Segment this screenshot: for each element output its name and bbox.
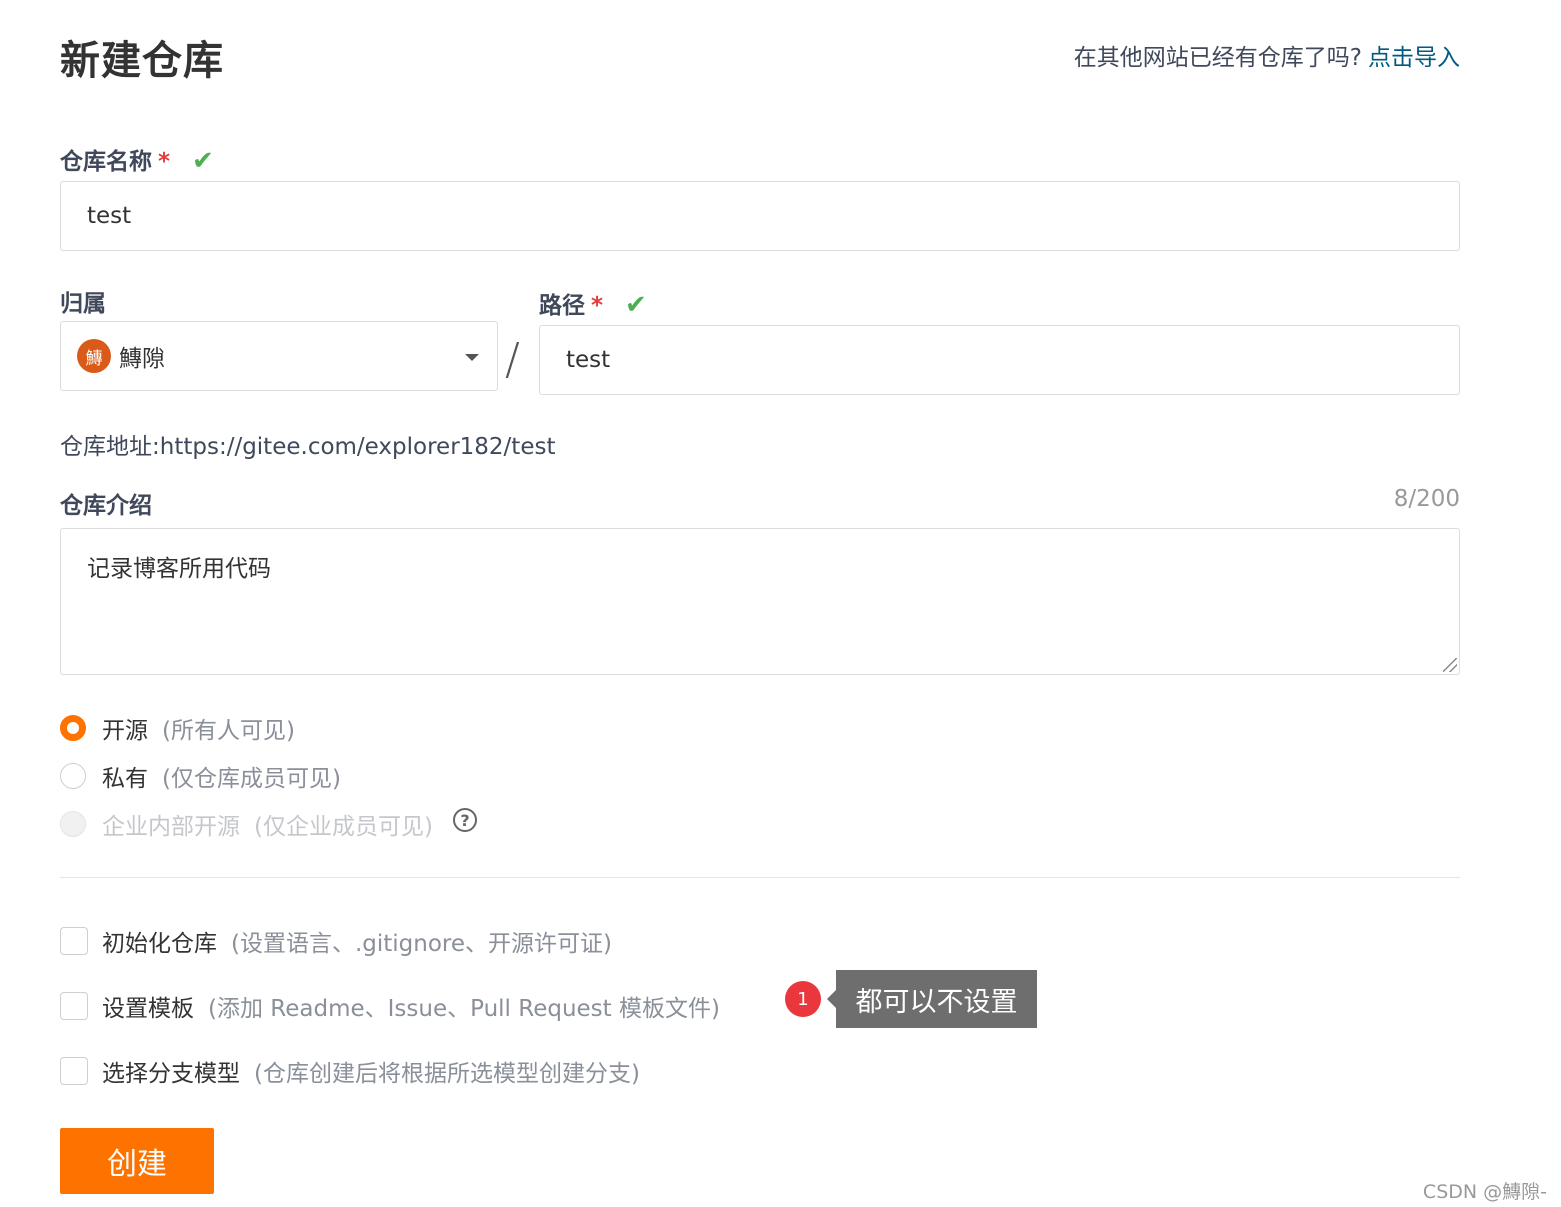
option-hint: (添加 Readme、Issue、Pull Request 模板文件) bbox=[208, 996, 720, 1022]
path-input[interactable]: test bbox=[539, 325, 1460, 395]
option-label: 私有 bbox=[102, 766, 148, 792]
help-icon[interactable]: ? bbox=[452, 808, 477, 832]
radio-disabled bbox=[60, 811, 86, 837]
tooltip-arrow bbox=[827, 990, 836, 1008]
repo-url: 仓库地址:https://gitee.com/explorer182/test bbox=[60, 427, 555, 461]
chevron-down-icon bbox=[465, 354, 479, 361]
checkbox[interactable] bbox=[60, 1057, 88, 1085]
checkbox[interactable] bbox=[60, 927, 88, 955]
repo-url-value: https://gitee.com/explorer182/test bbox=[159, 434, 556, 460]
avatar: 鱄 bbox=[77, 339, 111, 373]
option-hint: (仓库创建后将根据所选模型创建分支) bbox=[254, 1061, 640, 1087]
path-label: 路径 bbox=[539, 293, 585, 319]
option-label: 企业内部开源 bbox=[102, 814, 240, 840]
divider bbox=[60, 877, 1460, 878]
char-counter: 8/200 bbox=[1393, 486, 1460, 512]
option-hint: (仅仓库成员可见) bbox=[162, 766, 341, 792]
required-mark: * bbox=[591, 293, 604, 319]
repo-name-value: test bbox=[87, 203, 132, 229]
annotation-tooltip: 都可以不设置 bbox=[836, 970, 1037, 1028]
path-separator: / bbox=[505, 334, 520, 385]
check-icon: ✔ bbox=[192, 146, 214, 176]
option-branch-model[interactable]: 选择分支模型 (仓库创建后将根据所选模型创建分支) bbox=[60, 1054, 640, 1088]
description-label: 仓库介绍 bbox=[60, 493, 152, 519]
repo-url-label: 仓库地址: bbox=[60, 434, 160, 460]
path-value: test bbox=[566, 347, 611, 373]
owner-select[interactable]: 鱄 鱄隙 bbox=[60, 321, 498, 391]
option-hint: (设置语言、.gitignore、开源许可证) bbox=[231, 931, 613, 957]
create-button[interactable]: 创建 bbox=[60, 1128, 214, 1194]
visibility-option-enterprise: 企业内部开源 (仅企业成员可见) ? bbox=[60, 807, 477, 841]
radio-unselected[interactable] bbox=[60, 763, 86, 789]
option-label: 初始化仓库 bbox=[102, 931, 217, 957]
path-label-row: 路径 * ✔ bbox=[539, 286, 647, 320]
checkbox[interactable] bbox=[60, 992, 88, 1020]
visibility-option-private[interactable]: 私有 (仅仓库成员可见) bbox=[60, 759, 341, 793]
repo-name-label: 仓库名称 bbox=[60, 149, 152, 175]
import-link[interactable]: 点击导入 bbox=[1368, 45, 1460, 71]
option-template[interactable]: 设置模板 (添加 Readme、Issue、Pull Request 模板文件) bbox=[60, 989, 720, 1023]
radio-selected[interactable] bbox=[60, 715, 86, 741]
owner-value: 鱄隙 bbox=[119, 346, 165, 372]
option-label: 选择分支模型 bbox=[102, 1061, 240, 1087]
watermark: CSDN @鱄隙- bbox=[1422, 1181, 1547, 1203]
import-prompt: 在其他网站已经有仓库了吗? 点击导入 bbox=[1074, 38, 1460, 72]
annotation-badge: 1 bbox=[785, 981, 821, 1017]
repo-name-input[interactable]: test bbox=[60, 181, 1460, 251]
resize-handle-icon[interactable] bbox=[1443, 658, 1457, 672]
check-icon: ✔ bbox=[625, 290, 647, 320]
option-label: 设置模板 bbox=[102, 996, 194, 1022]
description-textarea[interactable]: 记录博客所用代码 bbox=[60, 528, 1460, 675]
repo-name-label-row: 仓库名称 * ✔ bbox=[60, 142, 214, 176]
option-hint: (仅企业成员可见) bbox=[254, 814, 433, 840]
import-prompt-text: 在其他网站已经有仓库了吗? bbox=[1073, 45, 1362, 71]
required-mark: * bbox=[158, 149, 171, 175]
owner-label: 归属 bbox=[60, 291, 106, 317]
visibility-option-public[interactable]: 开源 (所有人可见) bbox=[60, 711, 295, 745]
option-label: 开源 bbox=[102, 718, 148, 744]
page-title: 新建仓库 bbox=[60, 38, 224, 84]
option-hint: (所有人可见) bbox=[162, 718, 295, 744]
option-init-repo[interactable]: 初始化仓库 (设置语言、.gitignore、开源许可证) bbox=[60, 924, 612, 958]
description-value: 记录博客所用代码 bbox=[87, 556, 271, 582]
